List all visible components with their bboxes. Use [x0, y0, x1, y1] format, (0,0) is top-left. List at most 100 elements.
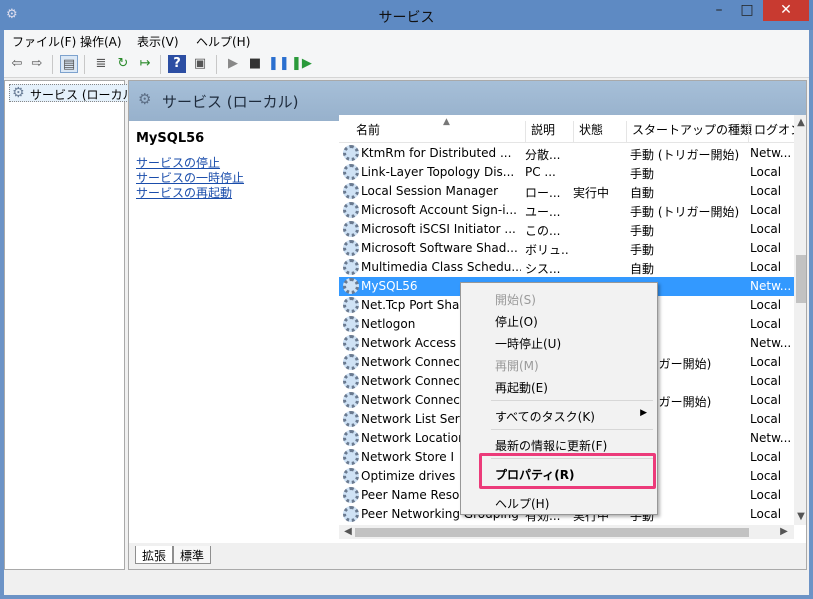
horizontal-scroll-thumb[interactable] — [355, 528, 749, 537]
service-name-cell: Microsoft Account Sign-i... — [361, 203, 517, 217]
title-bar[interactable]: ⚙ サービス – □ ✕ — [0, 0, 813, 30]
service-description-cell: この... — [525, 224, 561, 238]
service-name-cell: Microsoft Software Shad... — [361, 241, 518, 255]
table-row[interactable]: Multimedia Class Schedu... シス... 自動 Local — [339, 258, 794, 277]
service-startup-cell: 手動 — [630, 224, 655, 238]
back-icon[interactable]: ⇦ — [8, 55, 26, 73]
minimize-button[interactable]: – — [705, 0, 733, 21]
toolbar-separator — [160, 55, 161, 74]
properties-icon[interactable]: ≣ — [92, 55, 110, 73]
close-button[interactable]: ✕ — [763, 0, 809, 21]
console-icon[interactable]: ▣ — [191, 55, 209, 73]
service-logon-cell: Local — [750, 450, 782, 464]
service-logon-cell: Local — [750, 184, 782, 198]
menu-help[interactable]: ヘルプ(H) — [196, 33, 250, 50]
service-logon-cell: Netw... — [750, 336, 792, 350]
service-gear-icon — [343, 335, 359, 351]
scroll-up-icon[interactable]: ▲ — [794, 117, 806, 128]
menu-view[interactable]: 表示(V) — [137, 33, 179, 50]
column-header-startup-type[interactable]: スタートアップの種類 — [626, 121, 752, 143]
menu-action[interactable]: 操作(A) — [80, 33, 122, 50]
service-startup-cell: 手動 (トリガー開始) — [630, 148, 740, 162]
vertical-scrollbar[interactable]: ▲ ▼ — [794, 115, 806, 525]
service-gear-icon — [343, 430, 359, 446]
pause-icon[interactable]: ❚❚ — [268, 55, 290, 73]
column-header-name[interactable]: ▲ 名前 — [351, 117, 525, 143]
tree-item-label: サービス (ローカル) — [30, 88, 140, 102]
maximize-button[interactable]: □ — [733, 0, 761, 21]
forward-icon[interactable]: ⇨ — [28, 55, 46, 73]
context-menu-item[interactable]: 停止(O) — [461, 309, 657, 331]
tab-extended[interactable]: 拡張 — [135, 546, 174, 564]
service-description-cell: ユー... — [525, 205, 561, 219]
sort-ascending-icon: ▲ — [443, 117, 450, 127]
help-icon[interactable]: ? — [168, 55, 186, 73]
toolbar-separator — [84, 55, 85, 74]
play-icon[interactable]: ▶ — [224, 55, 242, 73]
service-gear-icon — [343, 297, 359, 313]
service-logon-cell: Local — [750, 488, 782, 502]
context-menu-item[interactable]: 一時停止(U) — [461, 331, 657, 353]
service-gear-icon — [343, 240, 359, 256]
service-name-cell: KtmRm for Distributed ... — [361, 146, 512, 160]
console-tree: ⚙ サービス (ローカル) — [4, 80, 144, 570]
context-menu-item-label: 再起動(E) — [495, 381, 548, 395]
service-logon-cell: Local — [750, 165, 782, 179]
table-row[interactable]: Microsoft Account Sign-i... ユー... 手動 (トリガー… — [339, 201, 794, 220]
vertical-scroll-thumb[interactable] — [796, 255, 806, 303]
menu-separator — [491, 400, 653, 401]
service-logon-cell: Local — [750, 412, 782, 426]
service-logon-cell: Local — [750, 203, 782, 217]
table-row[interactable]: Link-Layer Topology Dis... PC ... 手動 Local — [339, 163, 794, 182]
table-row[interactable]: Microsoft Software Shad... ボリュ... 手動 Local — [339, 239, 794, 258]
service-gear-icon — [343, 145, 359, 161]
menu-file[interactable]: ファイル(F) — [12, 33, 76, 50]
refresh-icon[interactable]: ↻ — [114, 55, 132, 73]
restart-service-link[interactable]: サービスの再起動 — [136, 184, 232, 201]
service-gear-icon — [343, 487, 359, 503]
service-logon-cell: Netw... — [750, 431, 792, 445]
service-name-cell: Link-Layer Topology Dis... — [361, 165, 515, 179]
service-logon-cell: Local — [750, 260, 782, 274]
scroll-right-icon[interactable]: ▶ — [777, 526, 791, 537]
show-hide-tree-icon[interactable]: ▤ — [60, 55, 78, 73]
context-menu-item[interactable]: ヘルプ(H) — [461, 491, 657, 513]
column-header-description[interactable]: 説明 — [525, 121, 573, 143]
tab-standard[interactable]: 標準 — [173, 546, 212, 564]
context-menu-item: 開始(S) — [461, 287, 657, 309]
service-name-cell: Microsoft iSCSI Initiator ... — [361, 222, 516, 236]
service-gear-icon — [343, 164, 359, 180]
submenu-arrow-icon: ▶ — [640, 408, 647, 418]
column-header-status[interactable]: 状態 — [573, 121, 626, 143]
service-gear-icon — [343, 202, 359, 218]
service-logon-cell: Local — [750, 222, 782, 236]
service-startup-cell: 自動 — [630, 186, 655, 200]
table-row[interactable]: KtmRm for Distributed ... 分散... 手動 (トリガー開始… — [339, 144, 794, 163]
service-gear-icon — [343, 449, 359, 465]
service-gear-icon — [343, 259, 359, 275]
restart-icon[interactable]: ❚▶ — [291, 55, 312, 73]
table-row[interactable]: Microsoft iSCSI Initiator ... この... 手動 Loca… — [339, 220, 794, 239]
service-startup-cell: 手動 — [630, 167, 655, 181]
service-logon-cell: Netw... — [750, 279, 792, 293]
context-menu-item-label: 停止(O) — [495, 315, 538, 329]
scroll-left-icon[interactable]: ◀ — [341, 526, 355, 537]
stop-icon[interactable]: ■ — [246, 55, 264, 73]
export-icon[interactable]: ↦ — [136, 55, 154, 73]
menu-bar: ファイル(F) 操作(A) 表示(V) ヘルプ(H) — [4, 30, 809, 51]
scroll-down-icon[interactable]: ▼ — [794, 511, 806, 522]
column-header-logon[interactable]: ログオン — [748, 121, 802, 143]
client-area: ファイル(F) 操作(A) 表示(V) ヘルプ(H) ⇦ ⇨ ▤ ≣ ↻ ↦ ?… — [4, 30, 809, 595]
horizontal-scrollbar[interactable]: ◀ ▶ — [339, 525, 794, 539]
table-row[interactable]: Local Session Manager ロー... 実行中 自動 Local — [339, 182, 794, 201]
service-description-cell: ロー... — [525, 186, 561, 200]
service-logon-cell: Local — [750, 355, 782, 369]
service-logon-cell: Local — [750, 507, 782, 521]
context-menu-item[interactable]: すべてのタスク(K) ▶ — [461, 404, 657, 426]
context-menu-item[interactable]: 最新の情報に更新(F) — [461, 433, 657, 455]
service-logon-cell: Netw... — [750, 146, 792, 160]
context-menu-item[interactable]: 再起動(E) — [461, 375, 657, 397]
service-gear-icon — [343, 316, 359, 332]
tree-item-services-local[interactable]: ⚙ サービス (ローカル) — [9, 84, 144, 102]
service-logon-cell: Local — [750, 241, 782, 255]
